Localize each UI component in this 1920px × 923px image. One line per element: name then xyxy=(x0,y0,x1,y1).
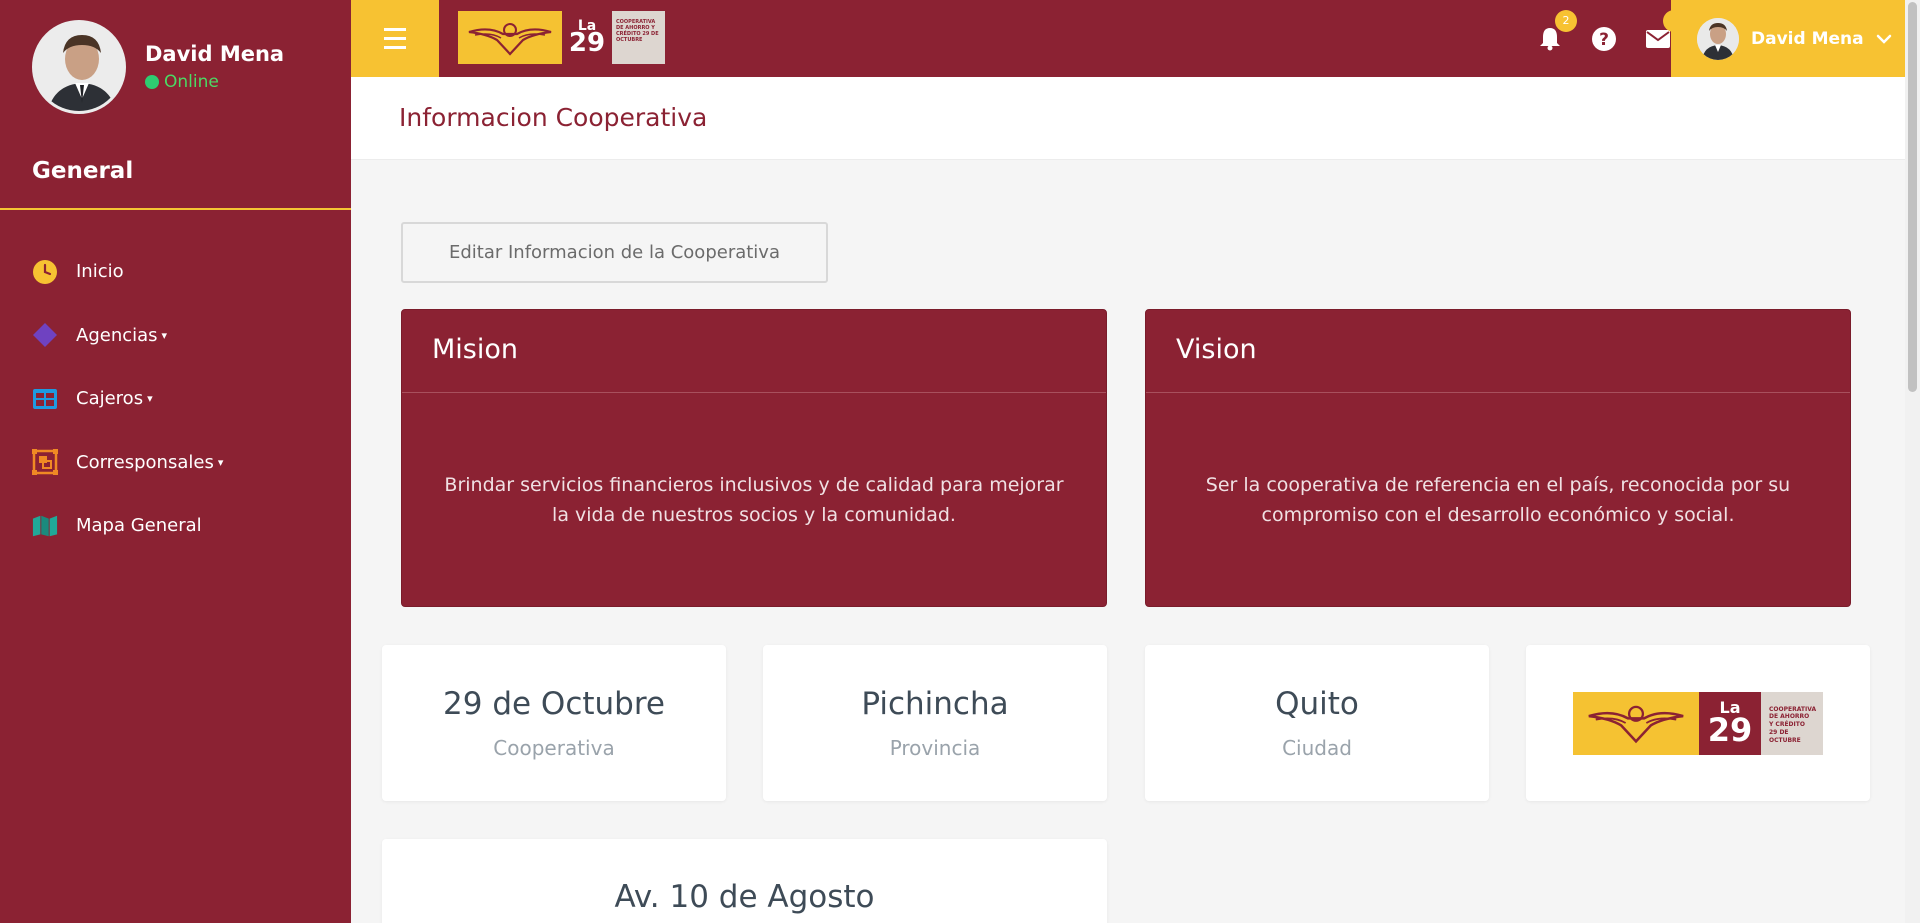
chevron-down-icon xyxy=(1876,34,1891,44)
card-label: Ciudad xyxy=(1282,736,1352,760)
help-icon: ? xyxy=(1592,26,1616,51)
messages-button[interactable]: 3 xyxy=(1645,9,1685,52)
menu-toggle-button[interactable] xyxy=(351,0,439,77)
notifications-button[interactable]: 2 xyxy=(1537,9,1577,52)
topbar: La 29 COOPERATIVA DE AHORRO Y CRÉDITO 29… xyxy=(351,0,1920,77)
card-value: Quito xyxy=(1275,686,1359,722)
logo-card: La 29 COOPERATIVA DE AHORRO Y CRÉDITO 29… xyxy=(1526,645,1870,801)
clock-icon xyxy=(32,259,58,285)
avatar xyxy=(1697,17,1739,60)
card-value: Pichincha xyxy=(861,686,1009,722)
sidebar-item-corresponsales[interactable]: Corresponsales ▾ xyxy=(0,431,351,495)
status-label: Online xyxy=(164,71,219,92)
cooperativa-logo: La 29 COOPERATIVA DE AHORRO Y CRÉDITO 29… xyxy=(1573,691,1823,755)
sidebar-divider xyxy=(0,208,351,210)
edit-cooperativa-button[interactable]: Editar Informacion de la Cooperativa xyxy=(401,222,828,283)
status-dot-icon xyxy=(145,74,159,89)
object-group-icon xyxy=(32,449,58,476)
card-value: 29 de Octubre xyxy=(443,686,665,722)
scrollbar-thumb[interactable] xyxy=(1908,2,1917,392)
logo-number-block: La 29 xyxy=(1699,691,1761,755)
help-button[interactable]: ? xyxy=(1591,26,1617,52)
sidebar-item-label: Corresponsales xyxy=(76,451,214,473)
topbar-user-name: David Mena xyxy=(1751,28,1864,49)
mision-panel: Mision Brindar servicios financieros inc… xyxy=(401,309,1107,607)
user-status: Online xyxy=(145,72,284,92)
mision-title: Mision xyxy=(402,310,1106,393)
logo-caption: COOPERATIVA DE AHORRO Y CRÉDITO 29 DE OC… xyxy=(1761,691,1823,755)
card-label: Provincia xyxy=(889,736,981,760)
logo-number-text: 29 xyxy=(568,28,606,59)
page-header: Informacion Cooperativa xyxy=(351,77,1905,160)
sidebar-nav: Inicio Agencias ▾ Cajeros ▾ Corresponsal… xyxy=(0,240,351,558)
user-menu-button[interactable]: David Mena xyxy=(1671,0,1920,77)
sidebar-item-label: Inicio xyxy=(76,261,124,283)
sidebar-user-name: David Mena xyxy=(145,42,285,67)
logo-caption: COOPERATIVA DE AHORRO Y CRÉDITO 29 DE OC… xyxy=(612,11,665,64)
cooperativa-card: 29 de Octubre Cooperativa xyxy=(382,645,726,801)
map-icon xyxy=(32,513,58,539)
ciudad-card: Quito Ciudad xyxy=(1145,645,1489,801)
sidebar-item-label: Mapa General xyxy=(76,515,202,537)
page-title: Informacion Cooperativa xyxy=(399,103,708,132)
avatar xyxy=(32,20,126,114)
notifications-badge: 2 xyxy=(1555,9,1577,32)
logo-number-block: La 29 xyxy=(562,11,612,64)
diamond-icon xyxy=(32,322,58,348)
logo-number-text: 29 xyxy=(1707,710,1753,749)
caret-down-icon: ▾ xyxy=(161,328,168,342)
page-scrollbar[interactable] xyxy=(1905,0,1920,923)
sidebar-profile: David Mena Online xyxy=(32,20,284,114)
sidebar-section-title: General xyxy=(32,158,134,184)
bell-icon xyxy=(1540,27,1560,50)
card-label: Cooperativa xyxy=(493,736,615,760)
vision-panel: Vision Ser la cooperativa de referencia … xyxy=(1145,309,1851,607)
provincia-card: Pichincha Provincia xyxy=(763,645,1107,801)
table-icon xyxy=(32,386,58,412)
caret-down-icon: ▾ xyxy=(217,455,224,469)
sidebar-item-label: Cajeros xyxy=(76,388,144,410)
sidebar-item-agencias[interactable]: Agencias ▾ xyxy=(0,304,351,368)
vision-title: Vision xyxy=(1146,310,1850,393)
envelope-icon xyxy=(1646,29,1670,48)
wings-logo-icon xyxy=(458,11,562,64)
svg-text:?: ? xyxy=(1599,30,1609,50)
sidebar-item-inicio[interactable]: Inicio xyxy=(0,240,351,304)
sidebar-item-mapa-general[interactable]: Mapa General xyxy=(0,494,351,558)
vision-text: Ser la cooperativa de referencia en el p… xyxy=(1205,473,1791,526)
topbar-icons: 2 ? 3 xyxy=(1509,0,1685,77)
sidebar-item-cajeros[interactable]: Cajeros ▾ xyxy=(0,367,351,431)
direccion-card: Av. 10 de Agosto xyxy=(382,839,1107,923)
wings-logo-icon xyxy=(1573,691,1699,755)
caret-down-icon: ▾ xyxy=(147,392,153,406)
sidebar: David Mena Online General Inicio Agencia… xyxy=(0,0,351,923)
address-value: Av. 10 de Agosto xyxy=(614,879,875,915)
brand-logo[interactable]: La 29 COOPERATIVA DE AHORRO Y CRÉDITO 29… xyxy=(458,11,665,64)
sidebar-item-label: Agencias xyxy=(76,324,158,346)
mision-text: Brindar servicios financieros inclusivos… xyxy=(444,473,1064,526)
hamburger-icon xyxy=(384,25,406,52)
